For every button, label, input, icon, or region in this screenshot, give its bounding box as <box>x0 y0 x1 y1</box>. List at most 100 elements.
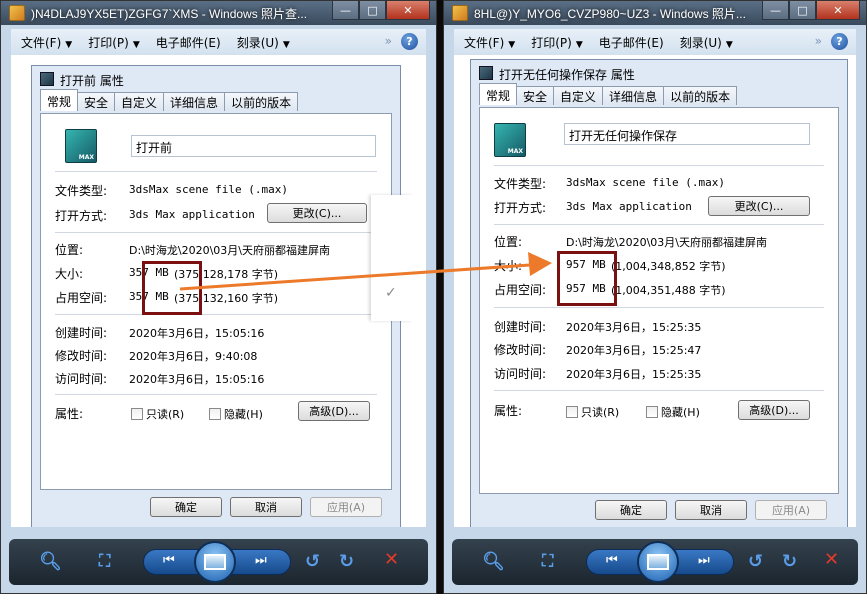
hidden-checkbox[interactable]: 隐藏(H) <box>209 406 263 422</box>
tab-custom[interactable]: 自定义 <box>114 92 165 111</box>
chevron-down-icon: ▼ <box>575 39 583 50</box>
checkbox-box[interactable] <box>566 406 578 418</box>
hidden-checkbox[interactable]: 隐藏(H) <box>646 404 700 420</box>
tab-custom[interactable]: 自定义 <box>553 86 604 105</box>
rotate-left-icon[interactable]: ↺ <box>748 551 763 572</box>
general-tab-panel: 打开前 文件类型: 3dsMax scene file (.max) 打开方式:… <box>40 113 392 490</box>
file-name-field[interactable]: 打开无任何操作保存 <box>564 123 810 145</box>
menu-file[interactable]: 文件(F) ▼ <box>464 34 515 51</box>
help-icon[interactable]: ? <box>401 33 418 50</box>
viewer-controls: 🔍︎ ⛶ ⏮ ⏭ ↺ ↻ ✕ <box>9 539 428 585</box>
previous-icon[interactable]: ⏮ <box>163 553 175 568</box>
maximize-icon[interactable]: □ <box>789 1 816 20</box>
tab-security[interactable]: 安全 <box>77 92 116 111</box>
divider <box>55 394 377 395</box>
menu-burn[interactable]: 刻录(U) ▼ <box>237 34 290 51</box>
fit-icon[interactable]: ⛶ <box>542 551 553 571</box>
max-file-icon <box>65 129 97 163</box>
readonly-checkbox[interactable]: 只读(R) <box>131 406 184 422</box>
image-area: 打开无任何操作保存 属性 常规 安全 自定义 详细信息 以前的版本 打开无任何操… <box>454 55 856 527</box>
rotate-right-icon[interactable]: ↻ <box>339 551 354 572</box>
location-label: 位置: <box>55 243 84 257</box>
photo-viewer-app-icon <box>9 5 25 21</box>
cancel-button[interactable]: 取消 <box>230 497 302 517</box>
change-button[interactable]: 更改(C)... <box>708 196 810 216</box>
previous-icon[interactable]: ⏮ <box>606 553 618 568</box>
help-icon[interactable]: ? <box>831 33 848 50</box>
zoom-icon[interactable]: 🔍︎ <box>482 551 505 572</box>
divider <box>55 314 377 315</box>
next-icon[interactable]: ⏭ <box>255 553 267 568</box>
chevron-down-icon: ▼ <box>508 39 516 50</box>
tab-general[interactable]: 常规 <box>479 83 518 105</box>
menu-burn[interactable]: 刻录(U) ▼ <box>680 34 733 51</box>
checkbox-box[interactable] <box>131 408 143 420</box>
apply-button[interactable]: 应用(A) <box>755 500 827 520</box>
menu-overflow-icon[interactable]: » <box>815 34 822 48</box>
menu-email[interactable]: 电子邮件(E) <box>156 34 221 51</box>
accessed-label: 访问时间: <box>494 367 547 381</box>
fit-icon[interactable]: ⛶ <box>99 551 110 571</box>
tab-previous-versions[interactable]: 以前的版本 <box>224 92 299 111</box>
dialog-title: 打开前 属性 <box>60 74 124 88</box>
photo-viewer-app-icon <box>452 5 468 21</box>
tab-general[interactable]: 常规 <box>40 89 79 111</box>
attributes-label: 属性: <box>494 404 523 418</box>
advanced-button[interactable]: 高级(D)... <box>298 401 370 421</box>
size-label: 大小: <box>55 267 84 281</box>
created-label: 创建时间: <box>494 320 547 334</box>
delete-icon[interactable]: ✕ <box>384 549 399 570</box>
modified-value: 2020年3月6日，9:40:08 <box>129 350 258 363</box>
slideshow-icon[interactable] <box>637 541 679 583</box>
minimize-icon[interactable]: — <box>762 1 789 20</box>
close-icon[interactable]: ✕ <box>816 1 860 20</box>
viewer-controls: 🔍︎ ⛶ ⏮ ⏭ ↺ ↻ ✕ <box>452 539 858 585</box>
menu-overflow-icon[interactable]: » <box>385 34 392 48</box>
zoom-icon[interactable]: 🔍︎ <box>39 551 62 572</box>
delete-icon[interactable]: ✕ <box>824 549 839 570</box>
file-name-field[interactable]: 打开前 <box>131 135 376 157</box>
divider <box>55 232 377 233</box>
menu-print[interactable]: 打印(P) ▼ <box>531 34 583 51</box>
readonly-label: 只读(R) <box>146 408 185 421</box>
readonly-checkbox[interactable]: 只读(R) <box>566 404 619 420</box>
photo-viewer-window-left: )N4DLAJ9YX5ET)ZGFG7`XMS - Windows 照片查...… <box>0 0 437 594</box>
change-button[interactable]: 更改(C)... <box>267 203 367 223</box>
tab-details[interactable]: 详细信息 <box>602 86 665 105</box>
divider <box>494 224 824 225</box>
tab-security[interactable]: 安全 <box>516 86 555 105</box>
size-on-disk-label: 占用空间: <box>55 291 108 305</box>
menu-print[interactable]: 打印(P) ▼ <box>88 34 140 51</box>
ok-button[interactable]: 确定 <box>595 500 667 520</box>
window-title: 8HL@)Y_MYO6_CVZP980~UZ3 - Windows 照片... <box>474 7 746 21</box>
rotate-right-icon[interactable]: ↻ <box>782 551 797 572</box>
created-label: 创建时间: <box>55 326 108 340</box>
apply-button[interactable]: 应用(A) <box>310 497 382 517</box>
file-type-label: 文件类型: <box>494 177 547 191</box>
max-file-icon <box>40 72 54 86</box>
menu-file[interactable]: 文件(F) ▼ <box>21 34 72 51</box>
tab-previous-versions[interactable]: 以前的版本 <box>663 86 738 105</box>
size-highlight-box <box>557 251 617 306</box>
checkbox-box[interactable] <box>209 408 221 420</box>
tab-details[interactable]: 详细信息 <box>163 92 226 111</box>
readonly-label: 只读(R) <box>581 406 620 419</box>
next-icon[interactable]: ⏭ <box>698 553 710 568</box>
close-icon[interactable]: ✕ <box>386 1 430 20</box>
size-highlight-box <box>142 261 202 315</box>
general-tab-panel: 打开无任何操作保存 文件类型: 3dsMax scene file (.max)… <box>479 107 839 494</box>
window-titlebar[interactable]: )N4DLAJ9YX5ET)ZGFG7`XMS - Windows 照片查...… <box>1 1 436 25</box>
size-on-disk-label: 占用空间: <box>494 283 547 297</box>
advanced-button[interactable]: 高级(D)... <box>738 400 810 420</box>
window-titlebar[interactable]: 8HL@)Y_MYO6_CVZP980~UZ3 - Windows 照片... … <box>444 1 866 25</box>
rotate-left-icon[interactable]: ↺ <box>305 551 320 572</box>
cancel-button[interactable]: 取消 <box>675 500 747 520</box>
checkbox-box[interactable] <box>646 406 658 418</box>
maximize-icon[interactable]: □ <box>359 1 386 20</box>
slideshow-icon[interactable] <box>194 541 236 583</box>
max-file-icon <box>494 123 526 157</box>
minimize-icon[interactable]: — <box>332 1 359 20</box>
location-label: 位置: <box>494 235 523 249</box>
menu-email[interactable]: 电子邮件(E) <box>599 34 664 51</box>
ok-button[interactable]: 确定 <box>150 497 222 517</box>
